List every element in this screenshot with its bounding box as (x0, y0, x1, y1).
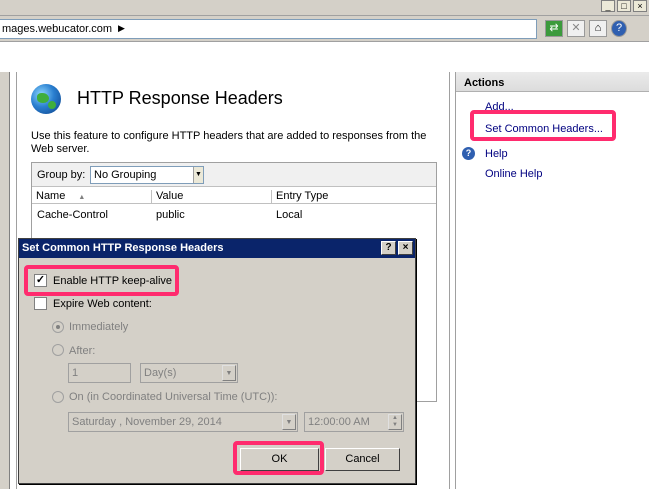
highlight-ok (233, 441, 324, 475)
group-by-label: Group by: (37, 169, 86, 181)
date-picker[interactable]: Saturday , November 29, 2014 ▼ (68, 412, 298, 432)
on-date-label: On (in Coordinated Universal Time (UTC))… (69, 391, 278, 403)
close-window-button[interactable]: × (633, 0, 647, 12)
cancel-button[interactable]: Cancel (325, 448, 400, 471)
nav-toolbar: ⇄ ✕ ⌂ ? (545, 20, 627, 37)
address-field[interactable]: mages.webucator.com ▶ (0, 19, 537, 39)
window-controls: _ □ × (601, 0, 647, 12)
page-title: HTTP Response Headers (77, 88, 283, 108)
immediately-label: Immediately (69, 321, 129, 333)
expire-label: Expire Web content: (53, 298, 152, 310)
online-help-link[interactable]: Online Help (485, 168, 542, 180)
actions-header: Actions (456, 72, 649, 92)
after-radio[interactable] (52, 344, 64, 356)
date-value: Saturday , November 29, 2014 (72, 416, 222, 428)
dialog-close-button[interactable]: × (398, 241, 413, 255)
after-unit-text: Day(s) (144, 367, 177, 379)
page-description: Use this feature to configure HTTP heade… (31, 130, 427, 155)
window-title-strip: _ □ × (0, 0, 649, 16)
help-link[interactable]: Help (485, 148, 508, 160)
group-by-bar: Group by: No Grouping ▼ (32, 163, 436, 187)
connections-pane-edge (0, 72, 10, 489)
spinner-icon[interactable]: ▲ ▼ (388, 414, 402, 430)
address-text: mages.webucator.com (2, 23, 113, 35)
breadcrumb-arrow-icon[interactable]: ▶ (118, 23, 125, 34)
chevron-down-icon[interactable]: ▼ (222, 365, 236, 381)
dialog-title-bar: Set Common HTTP Response Headers ? × (19, 239, 415, 258)
help-icon: ? (462, 147, 475, 160)
column-header-name[interactable]: Name ▲ (32, 190, 152, 204)
after-value-input[interactable]: 1 (68, 363, 131, 383)
row-name-cell[interactable]: Cache-Control (37, 209, 108, 221)
actions-title: Actions (464, 77, 505, 89)
http-headers-globe-icon (31, 84, 61, 114)
dialog-help-button[interactable]: ? (381, 241, 396, 255)
refresh-icon[interactable]: ⇄ (545, 20, 563, 37)
after-value-text: 1 (72, 367, 79, 379)
expire-checkbox[interactable] (34, 297, 47, 310)
group-by-value: No Grouping (94, 169, 157, 181)
highlight-set-common-headers (470, 110, 616, 141)
after-unit-select[interactable]: Day(s) ▼ (140, 363, 238, 383)
stop-icon[interactable]: ✕ (567, 20, 585, 37)
after-label: After: (69, 345, 96, 357)
column-header-entry-type[interactable]: Entry Type (272, 190, 436, 204)
chevron-down-icon[interactable]: ▼ (282, 414, 296, 430)
maximize-button[interactable]: □ (617, 0, 631, 12)
dialog-title: Set Common HTTP Response Headers (22, 242, 224, 254)
minimize-button[interactable]: _ (601, 0, 615, 12)
group-by-select[interactable]: No Grouping ▼ (90, 166, 204, 184)
sort-asc-icon: ▲ (78, 194, 86, 201)
on-date-radio[interactable] (52, 391, 64, 403)
column-name-label: Name (36, 190, 66, 202)
highlight-keepalive (24, 265, 179, 296)
address-bar: mages.webucator.com ▶ ⇄ ✕ ⌂ ? (0, 16, 649, 42)
row-entry-type-cell[interactable]: Local (276, 209, 302, 221)
time-picker[interactable]: 12:00:00 AM ▲ ▼ (304, 412, 404, 432)
column-header-value[interactable]: Value (152, 190, 272, 204)
row-value-cell[interactable]: public (156, 209, 185, 221)
immediately-radio[interactable] (52, 321, 64, 333)
home-icon[interactable]: ⌂ (589, 20, 607, 37)
time-value: 12:00:00 AM (308, 416, 370, 428)
chevron-down-icon[interactable]: ▼ (193, 167, 203, 183)
help-icon[interactable]: ? (611, 20, 627, 37)
